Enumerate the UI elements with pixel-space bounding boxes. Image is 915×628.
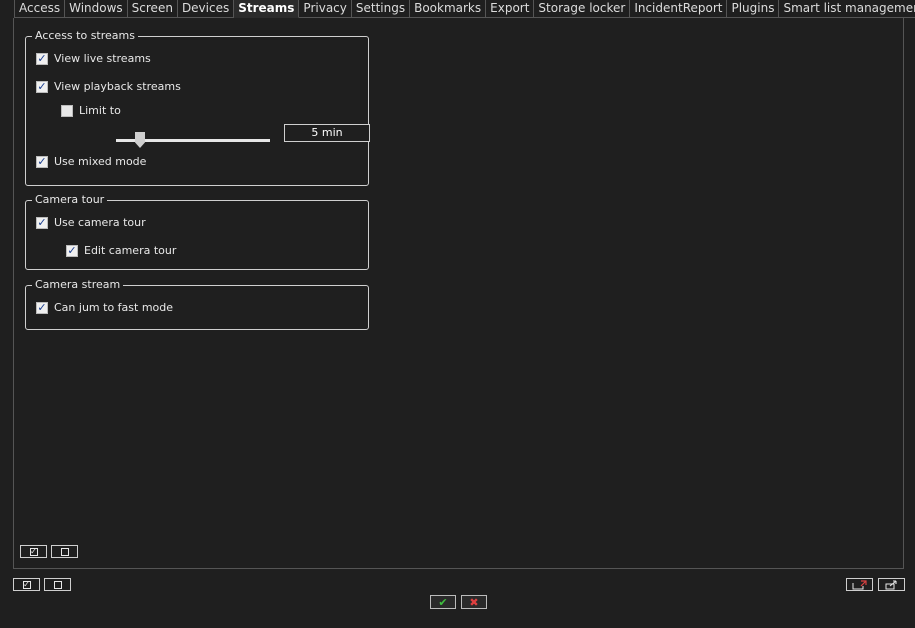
tab-windows[interactable]: Windows (65, 0, 128, 18)
camera-stream-group: Camera stream Can jum to fast mode (25, 278, 369, 330)
tab-screen[interactable]: Screen (127, 0, 178, 18)
tab-privacy[interactable]: Privacy (299, 0, 352, 18)
group-title: Camera tour (32, 193, 108, 207)
checkbox-checked-icon (22, 580, 31, 589)
checkbox-label: View playback streams (54, 80, 181, 93)
select-none-outer-button[interactable] (44, 578, 71, 591)
checkbox-checked-icon (66, 244, 78, 257)
edit-camera-tour-checkbox[interactable]: Edit camera tour (66, 244, 176, 257)
checkmark-icon: ✔ (438, 595, 448, 609)
group-title: Access to streams (32, 29, 138, 43)
tab-bookmarks[interactable]: Bookmarks (410, 0, 487, 18)
checkbox-unchecked-icon (53, 580, 62, 589)
select-all-outer-button[interactable] (13, 578, 40, 591)
checkbox-label: Edit camera tour (84, 244, 177, 257)
checkbox-checked-icon (36, 52, 48, 65)
export-icon (852, 579, 867, 589)
import-button[interactable] (878, 578, 905, 591)
tab-export[interactable]: Export (486, 0, 535, 18)
checkbox-checked-icon (36, 155, 48, 168)
checkbox-label: Use mixed mode (54, 155, 147, 168)
close-icon: ✖ (469, 595, 479, 609)
checkbox-label: View live streams (54, 52, 151, 65)
tab-incident-report[interactable]: IncidentReport (630, 0, 728, 18)
limit-slider[interactable] (116, 132, 270, 148)
tab-smart-list-management[interactable]: Smart list management (779, 0, 915, 18)
checkbox-checked-icon (36, 216, 48, 229)
checkbox-unchecked-icon (61, 104, 73, 117)
checkbox-label: Can jum to fast mode (54, 301, 174, 314)
access-to-streams-group: Access to streams View live streams View… (25, 29, 370, 186)
tab-devices[interactable]: Devices (177, 0, 235, 18)
checkbox-label: Use camera tour (54, 216, 146, 229)
ok-button[interactable]: ✔ (430, 595, 456, 609)
tab-plugins[interactable]: Plugins (727, 0, 780, 18)
checkbox-checked-icon (36, 301, 48, 314)
checkbox-unchecked-icon (60, 547, 69, 556)
checkbox-checked-icon (29, 547, 38, 556)
tab-bar: Access Windows Screen Devices Streams Pr… (14, 0, 915, 18)
limit-value-field[interactable]: 5 min (284, 124, 370, 142)
import-icon (885, 579, 897, 589)
group-title: Camera stream (32, 278, 124, 292)
cancel-button[interactable]: ✖ (461, 595, 487, 609)
camera-tour-group: Camera tour Use camera tour Edit camera … (25, 193, 369, 270)
checkbox-label: Limit to (79, 104, 121, 117)
use-camera-tour-checkbox[interactable]: Use camera tour (36, 216, 146, 229)
slider-thumb[interactable] (135, 132, 145, 148)
select-all-button[interactable] (20, 545, 47, 558)
view-playback-streams-checkbox[interactable]: View playback streams (36, 80, 181, 93)
tab-streams[interactable]: Streams (234, 0, 300, 18)
tab-settings[interactable]: Settings (351, 0, 411, 18)
tab-access[interactable]: Access (14, 0, 66, 18)
tab-storage-locker[interactable]: Storage locker (534, 0, 631, 18)
view-live-streams-checkbox[interactable]: View live streams (36, 52, 151, 65)
can-jump-to-fast-mode-checkbox[interactable]: Can jum to fast mode (36, 301, 173, 314)
export-button[interactable] (846, 578, 873, 591)
streams-panel: Access to streams View live streams View… (13, 18, 904, 569)
checkbox-checked-icon (36, 80, 48, 93)
use-mixed-mode-checkbox[interactable]: Use mixed mode (36, 155, 146, 168)
limit-to-checkbox[interactable]: Limit to (61, 104, 121, 117)
select-none-button[interactable] (51, 545, 78, 558)
